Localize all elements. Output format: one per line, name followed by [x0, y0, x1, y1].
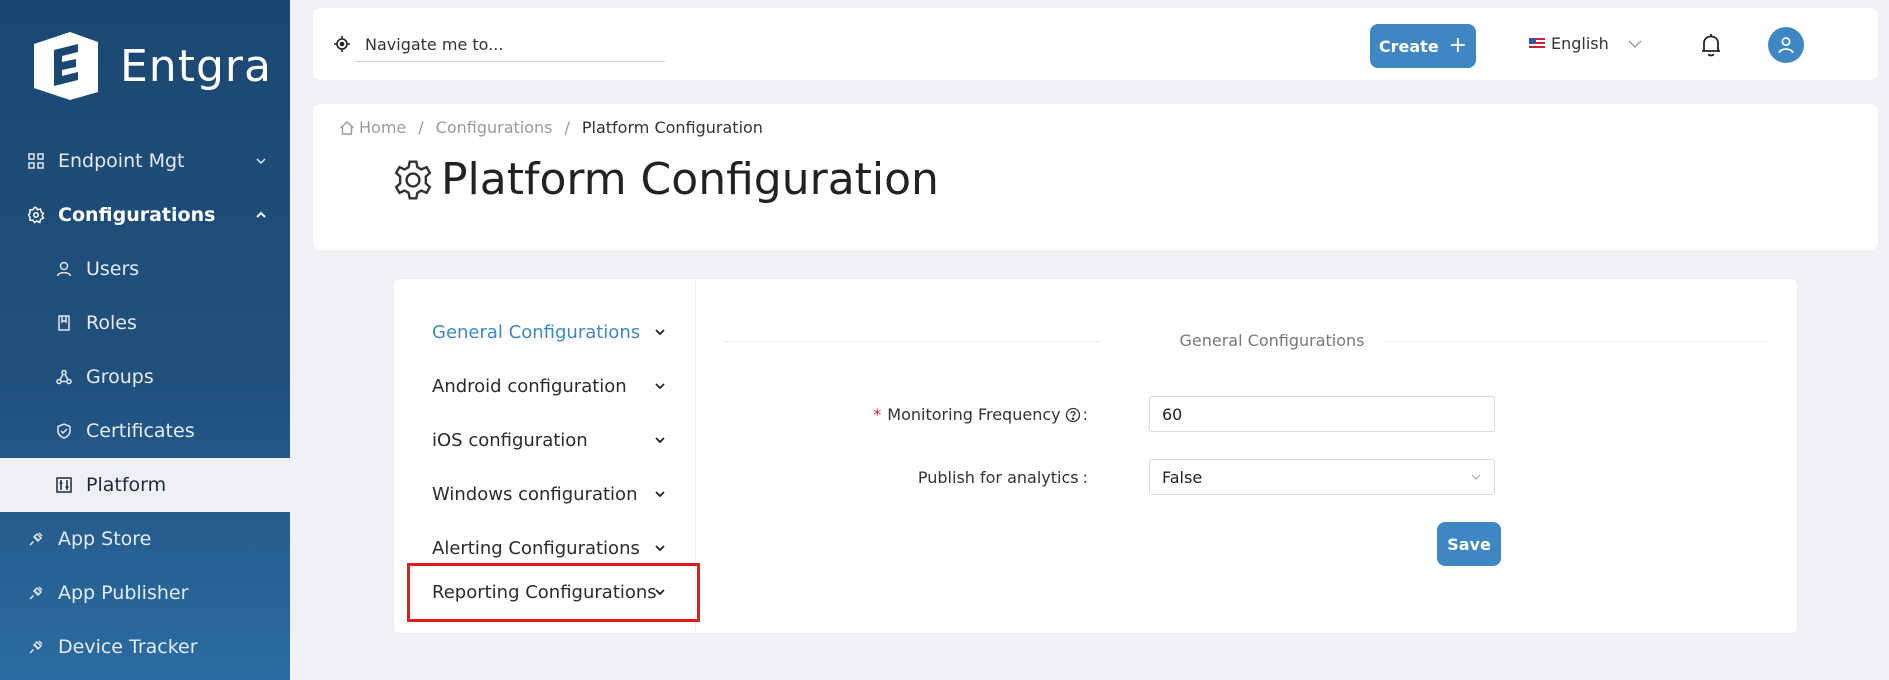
monitoring-frequency-label-text: Monitoring Frequency — [887, 405, 1061, 424]
sidebar-item-label: Certificates — [86, 420, 195, 442]
grid-icon — [26, 151, 46, 171]
chevron-down-icon — [655, 329, 665, 336]
bell-icon[interactable] — [1699, 32, 1723, 58]
sidebar: Entgra Endpoint Mgt Configurations Users… — [0, 0, 290, 680]
create-button[interactable]: Create + — [1370, 24, 1476, 68]
publish-analytics-label: Publish for analytics : — [918, 468, 1088, 487]
highlight-box — [407, 563, 700, 622]
breadcrumb-separator: / — [564, 118, 570, 137]
plug-icon — [26, 583, 46, 603]
chevron-down-icon — [655, 383, 665, 390]
chevron-down-icon — [655, 437, 665, 444]
monitoring-frequency-label: * Monitoring Frequency : — [873, 405, 1088, 424]
language-label: English — [1551, 34, 1609, 53]
chevron-down-icon — [256, 158, 266, 165]
breadcrumb-home[interactable]: Home — [359, 118, 406, 137]
us-flag-icon — [1529, 38, 1545, 49]
sidebar-item-label: App Store — [58, 528, 152, 550]
plug-icon — [26, 637, 46, 657]
chevron-up-icon — [256, 211, 266, 218]
section-title: General Configurations — [1179, 331, 1365, 350]
breadcrumb: Home / Configurations / Platform Configu… — [339, 118, 763, 137]
sidebar-item-label: Configurations — [58, 204, 216, 226]
monitoring-frequency-input[interactable] — [1149, 396, 1495, 432]
save-button[interactable]: Save — [1437, 522, 1501, 566]
sidebar-item-label: App Publisher — [58, 582, 189, 604]
label-colon: : — [1082, 405, 1088, 424]
menu-item-label: Android configuration — [432, 375, 627, 397]
chevron-down-icon — [655, 545, 665, 552]
breadcrumb-separator: / — [418, 118, 424, 137]
config-panel: General Configurations Android configura… — [393, 278, 1798, 635]
sidebar-item-app-store[interactable]: App Store — [0, 512, 290, 566]
home-icon — [340, 120, 354, 135]
sidebar-item-app-publisher[interactable]: App Publisher — [0, 566, 290, 620]
user-icon — [54, 259, 74, 279]
menu-item-label: Windows configuration — [432, 483, 638, 505]
navigate-search-input[interactable] — [355, 28, 665, 62]
sidebar-item-label: Users — [86, 258, 140, 280]
sidebar-item-groups[interactable]: Groups — [0, 350, 290, 404]
divider-line — [724, 341, 1100, 342]
entgra-logo-icon — [34, 32, 98, 100]
plug-icon — [26, 529, 46, 549]
menu-item-ios-configuration[interactable]: iOS configuration — [432, 413, 682, 467]
menu-item-label: iOS configuration — [432, 429, 588, 451]
sidebar-item-label: Endpoint Mgt — [58, 150, 185, 172]
sidebar-item-label: Platform — [86, 474, 167, 496]
sidebar-item-users[interactable]: Users — [0, 242, 290, 296]
label-colon: : — [1082, 468, 1088, 487]
sidebar-item-configurations[interactable]: Configurations — [0, 188, 290, 242]
breadcrumb-configurations[interactable]: Configurations — [436, 118, 553, 137]
monitoring-frequency-row: * Monitoring Frequency : — [724, 396, 1768, 434]
page-header: Home / Configurations / Platform Configu… — [313, 104, 1878, 250]
section-divider: General Configurations — [724, 331, 1768, 351]
publish-analytics-value: False — [1162, 467, 1203, 487]
publish-analytics-select[interactable]: False — [1149, 459, 1495, 495]
avatar[interactable] — [1768, 27, 1804, 63]
sidebar-item-platform[interactable]: Platform — [0, 458, 290, 512]
shield-icon — [54, 421, 74, 441]
breadcrumb-current: Platform Configuration — [581, 118, 763, 137]
chevron-down-icon — [1628, 40, 1642, 48]
page-title-text: Platform Configuration — [441, 154, 939, 205]
sidebar-item-roles[interactable]: Roles — [0, 296, 290, 350]
menu-item-android-configuration[interactable]: Android configuration — [432, 359, 682, 413]
chevron-down-icon — [1471, 474, 1481, 480]
sliders-icon — [54, 475, 74, 495]
create-button-label: Create — [1378, 36, 1439, 56]
sidebar-item-label: Groups — [86, 366, 154, 388]
publish-analytics-row: Publish for analytics : False — [724, 459, 1768, 497]
sidebar-item-device-tracker[interactable]: Device Tracker — [0, 620, 290, 674]
locate-icon — [334, 36, 350, 52]
menu-item-windows-configuration[interactable]: Windows configuration — [432, 467, 682, 521]
language-selector[interactable]: English — [1529, 34, 1643, 53]
gear-icon — [394, 159, 432, 200]
page-title: Platform Configuration — [391, 154, 939, 205]
user-icon — [1778, 37, 1794, 54]
group-icon — [54, 367, 74, 387]
sidebar-item-label: Device Tracker — [58, 636, 198, 658]
sidebar-item-endpoint-mgt[interactable]: Endpoint Mgt — [0, 134, 290, 188]
gear-icon — [26, 205, 46, 225]
chevron-down-icon — [655, 491, 665, 498]
logo[interactable]: Entgra — [30, 30, 272, 102]
divider-line — [1384, 341, 1768, 342]
brand-name: Entgra — [120, 40, 272, 92]
plus-icon: + — [1448, 33, 1468, 58]
sidebar-item-certificates[interactable]: Certificates — [0, 404, 290, 458]
menu-item-label: Alerting Configurations — [432, 537, 640, 559]
top-bar: Create + English — [313, 8, 1878, 80]
help-icon[interactable] — [1065, 407, 1081, 423]
publish-analytics-label-text: Publish for analytics — [917, 468, 1079, 487]
menu-item-label: General Configurations — [432, 321, 641, 343]
book-icon — [54, 313, 74, 333]
menu-item-general-configurations[interactable]: General Configurations — [432, 305, 682, 359]
save-button-label: Save — [1447, 534, 1491, 554]
sidebar-item-label: Roles — [86, 312, 137, 334]
required-marker: * — [873, 405, 882, 424]
